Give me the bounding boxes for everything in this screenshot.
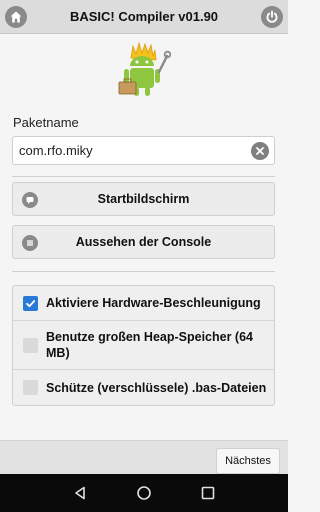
chat-bubble-icon (22, 192, 38, 208)
home-icon (10, 11, 22, 23)
home-screen-label: Startbildschirm (97, 192, 190, 206)
android-robot-icon (118, 41, 172, 96)
option-label: Benutze großen Heap-Speicher (64 MB) (46, 330, 253, 360)
option-large-heap[interactable]: Benutze großen Heap-Speicher (64 MB) (13, 321, 274, 369)
option-label: Aktiviere Hardware-Beschleunigung (46, 296, 261, 310)
system-nav-bar (0, 474, 288, 512)
checkbox-checked[interactable] (23, 296, 38, 311)
package-name-label: Paketname (13, 115, 79, 130)
recents-icon[interactable] (200, 485, 216, 501)
package-name-input[interactable] (13, 137, 243, 164)
checkbox-unchecked[interactable] (23, 338, 38, 353)
home-nav-icon[interactable] (136, 485, 152, 501)
options-group: Aktiviere Hardware-Beschleunigung Benutz… (12, 285, 275, 406)
app-title: BASIC! Compiler v01.90 (69, 9, 219, 24)
console-look-label: Aussehen der Console (75, 235, 212, 249)
app-header: BASIC! Compiler v01.90 (0, 0, 288, 34)
option-hardware-acceleration[interactable]: Aktiviere Hardware-Beschleunigung (13, 286, 274, 320)
back-icon[interactable] (72, 485, 88, 501)
option-encrypt-bas[interactable]: Schütze (verschlüssele) .bas-Dateien (13, 370, 274, 405)
divider (12, 176, 275, 177)
clear-button[interactable] (251, 142, 269, 160)
power-button[interactable] (261, 6, 283, 28)
app-logo (117, 41, 172, 104)
clear-icon (256, 147, 264, 155)
power-icon (266, 10, 278, 23)
menu-lines-icon (22, 235, 38, 251)
option-label: Schütze (verschlüssele) .bas-Dateien (46, 381, 267, 395)
next-button[interactable]: Nächstes (216, 448, 280, 474)
checkbox-unchecked[interactable] (23, 380, 38, 395)
home-button[interactable] (5, 6, 27, 28)
bottom-bar: Nächstes (0, 440, 288, 474)
divider (12, 271, 275, 272)
package-name-field-wrap (12, 136, 275, 165)
home-screen-button[interactable]: Startbildschirm (12, 182, 275, 216)
check-icon (26, 300, 36, 308)
console-look-button[interactable]: Aussehen der Console (12, 225, 275, 259)
